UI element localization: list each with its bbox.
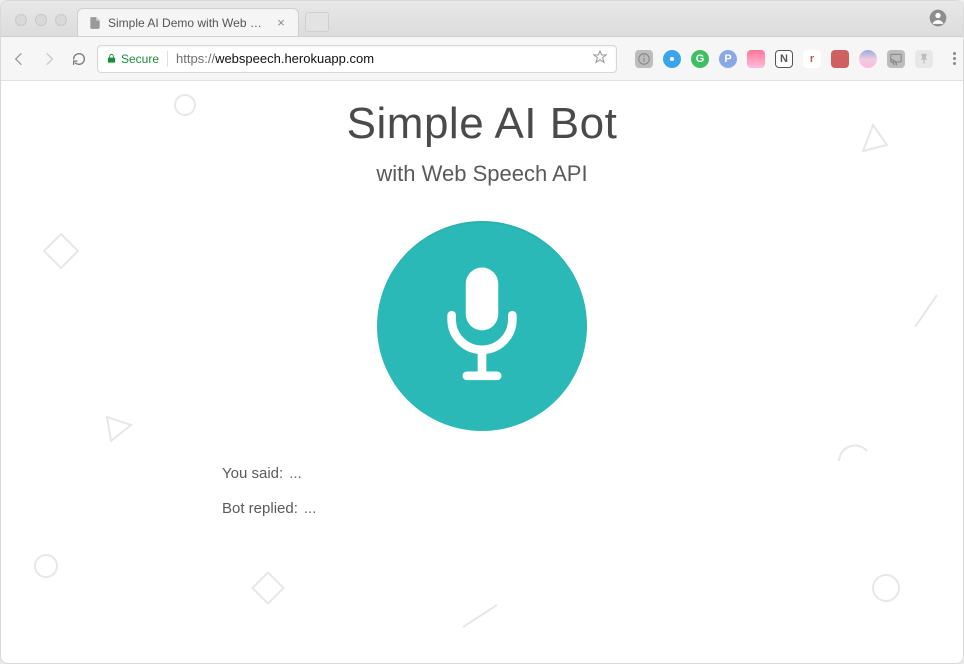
red-extension-icon[interactable] xyxy=(831,50,849,68)
browser-toolbar: Secure https://webspeech.herokuapp.com G… xyxy=(1,37,963,81)
purple-extension-icon[interactable]: P xyxy=(719,50,737,68)
lock-icon xyxy=(106,53,117,64)
forward-button[interactable] xyxy=(41,51,57,67)
address-bar[interactable]: Secure https://webspeech.herokuapp.com xyxy=(97,45,617,73)
microphone-icon xyxy=(427,261,537,391)
page-title: Simple AI Bot xyxy=(347,99,618,149)
r-extension-icon[interactable]: r xyxy=(803,50,821,68)
tab-bar: Simple AI Demo with Web Spe… × xyxy=(1,1,963,37)
reload-button[interactable] xyxy=(71,51,87,67)
secure-label: Secure xyxy=(121,52,159,66)
divider xyxy=(167,51,168,67)
back-button[interactable] xyxy=(11,51,27,67)
you-said-label: You said: xyxy=(222,465,283,482)
info-extension-icon[interactable] xyxy=(635,50,653,68)
close-tab-button[interactable]: × xyxy=(274,16,288,30)
window-controls xyxy=(9,14,77,36)
browser-window: Simple AI Demo with Web Spe… × Secure xyxy=(0,0,964,664)
new-tab-button[interactable] xyxy=(305,12,329,32)
nav-buttons xyxy=(11,51,87,67)
profile-button[interactable] xyxy=(927,7,949,29)
close-window-button[interactable] xyxy=(15,14,27,26)
bookmark-star-icon[interactable] xyxy=(592,49,608,68)
browser-tab[interactable]: Simple AI Demo with Web Spe… × xyxy=(77,8,299,36)
picture-extension-icon[interactable] xyxy=(747,50,765,68)
bot-replied-value: ... xyxy=(304,500,317,517)
you-said-row: You said: ... xyxy=(222,465,742,482)
page-favicon-icon xyxy=(88,16,102,30)
transcript-area: You said: ... Bot replied: ... xyxy=(222,465,742,535)
url-text: https://webspeech.herokuapp.com xyxy=(176,51,584,66)
bot-replied-row: Bot replied: ... xyxy=(222,500,742,517)
url-protocol: https:// xyxy=(176,51,215,66)
page-subtitle: with Web Speech API xyxy=(376,161,587,187)
cast-extension-icon[interactable] xyxy=(887,50,905,68)
bot-replied-label: Bot replied: xyxy=(222,500,298,517)
you-said-value: ... xyxy=(289,465,302,482)
url-host: webspeech.herokuapp.com xyxy=(215,51,374,66)
microphone-button[interactable] xyxy=(377,221,587,431)
extension-icons: G P N r xyxy=(635,50,961,68)
page-content: Simple AI Bot with Web Speech API You sa… xyxy=(1,81,963,663)
rainbow-extension-icon[interactable] xyxy=(859,50,877,68)
notion-extension-icon[interactable]: N xyxy=(775,50,793,68)
loom-extension-icon[interactable] xyxy=(663,50,681,68)
secure-indicator: Secure xyxy=(106,52,159,66)
grammarly-extension-icon[interactable]: G xyxy=(691,50,709,68)
tab-title: Simple AI Demo with Web Spe… xyxy=(108,16,268,30)
minimize-window-button[interactable] xyxy=(35,14,47,26)
maximize-window-button[interactable] xyxy=(55,14,67,26)
pin-extension-icon[interactable] xyxy=(915,50,933,68)
browser-menu-button[interactable] xyxy=(947,52,961,65)
